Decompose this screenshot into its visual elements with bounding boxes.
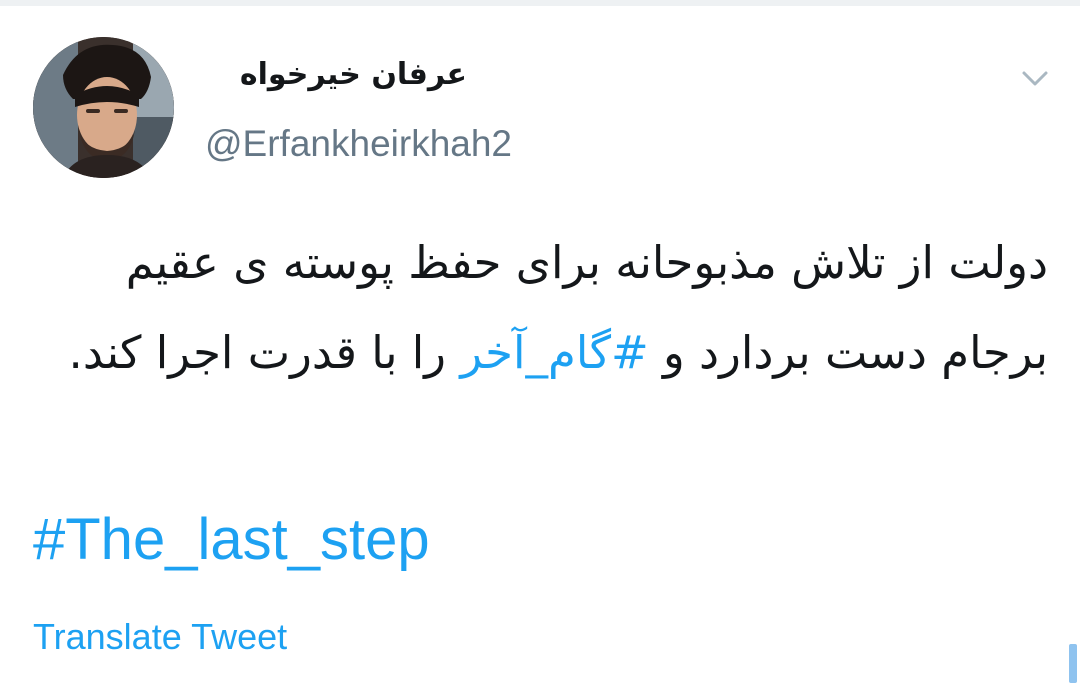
top-divider: [0, 0, 1080, 6]
translate-tweet-link[interactable]: Translate Tweet: [33, 615, 287, 659]
avatar[interactable]: [33, 37, 174, 178]
author-handle[interactable]: @Erfankheirkhah2: [205, 120, 512, 168]
avatar-photo: [33, 37, 174, 178]
tweet-text-part: را با قدرت اجرا کند.: [68, 326, 461, 379]
chevron-down-icon[interactable]: [1012, 58, 1058, 98]
author-display-name[interactable]: عرفان خیرخواه: [205, 50, 467, 100]
tweet-text: دولت از تلاش مذبوحانه برای حفظ پوسته ی ع…: [30, 218, 1048, 398]
hashtag-link-fa[interactable]: #گام_آخر: [460, 326, 648, 379]
hashtag-link-en[interactable]: #The_last_step: [33, 505, 430, 575]
scrollbar-thumb[interactable]: [1069, 644, 1077, 683]
